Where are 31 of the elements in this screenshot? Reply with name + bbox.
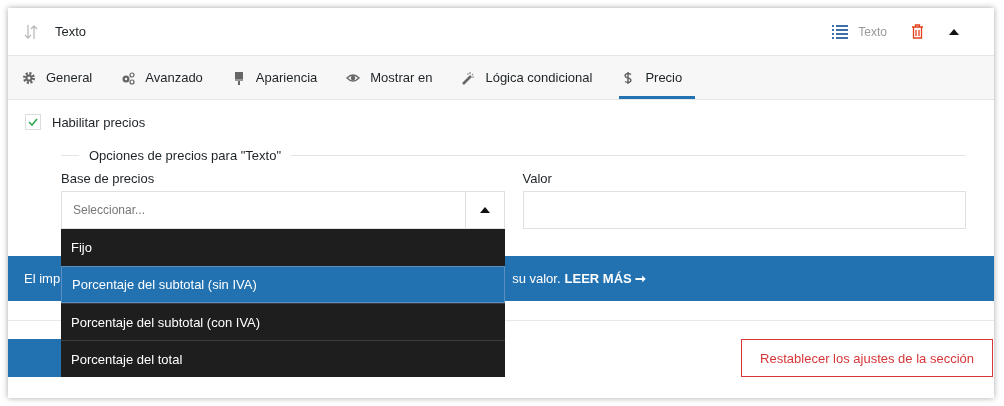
trash-icon[interactable] bbox=[911, 24, 924, 39]
tab[interactable]: Apariencia bbox=[229, 59, 331, 99]
wand-icon bbox=[461, 70, 476, 85]
notice-text: El imp bbox=[24, 271, 61, 286]
list-icon bbox=[832, 24, 849, 39]
input-field[interactable] bbox=[522, 191, 966, 229]
check-icon bbox=[28, 118, 38, 126]
dropdown-option[interactable]: Porcentaje del total bbox=[61, 340, 505, 377]
tab[interactable]: Lógica condicional bbox=[459, 59, 606, 99]
section-legend: Opciones de precios para "Texto" bbox=[89, 148, 282, 163]
checkbox-label: Habilitar precios bbox=[52, 114, 146, 130]
collapse-icon[interactable] bbox=[949, 28, 959, 35]
notice-text: su valor. bbox=[512, 271, 561, 286]
field-type-label: Texto bbox=[858, 24, 887, 39]
field-label: Valor bbox=[522, 171, 553, 186]
tab[interactable]: Precio bbox=[619, 59, 696, 99]
dropdown-option[interactable]: Porcentaje del subtotal (sin IVA) bbox=[61, 266, 505, 303]
field-label: Base de precios bbox=[61, 171, 156, 186]
tab[interactable]: Avanzado bbox=[119, 59, 216, 99]
gears-icon bbox=[121, 70, 136, 85]
read-more-link[interactable]: LEER MÁS ➞ bbox=[564, 271, 647, 286]
checkbox[interactable] bbox=[25, 114, 41, 130]
tab[interactable]: Mostrar en bbox=[344, 59, 446, 99]
tab[interactable]: General bbox=[20, 59, 106, 99]
reset-button[interactable]: Restablecer los ajustes de la sección bbox=[741, 339, 993, 377]
dropdown-option[interactable]: Porcentaje del subtotal (con IVA) bbox=[61, 303, 505, 340]
settings-icon bbox=[22, 70, 36, 85]
dropdown-option[interactable]: Fijo bbox=[61, 229, 505, 266]
field-title: Texto bbox=[55, 24, 88, 39]
sort-icon[interactable] bbox=[24, 23, 38, 40]
caret-icon bbox=[479, 207, 490, 213]
